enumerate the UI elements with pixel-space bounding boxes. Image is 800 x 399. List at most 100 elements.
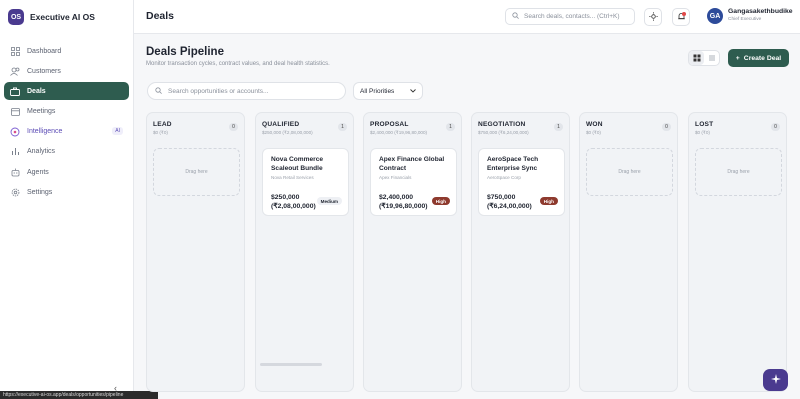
sidebar-item-label: Agents xyxy=(27,168,49,176)
deal-amount-inr: (₹6,24,00,000) xyxy=(487,203,532,210)
sidebar-item-intelligence[interactable]: Intelligence AI xyxy=(4,123,129,141)
sidebar-item-deals[interactable]: Deals xyxy=(4,82,129,101)
column-total: $2,400,000 (₹19,96,80,000) xyxy=(370,130,428,135)
column-total: $250,000 (₹2,08,00,000) xyxy=(262,130,313,135)
bell-icon xyxy=(677,8,686,26)
column-total: $0 (₹0) xyxy=(586,130,601,135)
briefcase-icon xyxy=(10,86,20,96)
drop-zone[interactable]: Drag here xyxy=(586,148,673,196)
deal-company: AeroSpace Corp xyxy=(487,175,521,180)
deal-company: Apex Financials xyxy=(379,175,412,180)
column-title: LOST xyxy=(695,121,714,128)
avatar[interactable]: GA xyxy=(707,8,723,24)
column-count-badge: 0 xyxy=(662,123,671,131)
priority-badge: High xyxy=(539,197,558,205)
column-total: $0 (₹0) xyxy=(695,130,710,135)
sidebar-item-dashboard[interactable]: Dashboard xyxy=(4,42,129,60)
pipeline-column-lead: LEAD $0 (₹0) 0 Drag here xyxy=(146,112,245,392)
drop-zone[interactable]: Drag here xyxy=(695,148,782,196)
deal-title: Nova Commerce Scaleout Bundle xyxy=(271,156,324,172)
list-view-icon[interactable] xyxy=(704,51,719,65)
column-title: WON xyxy=(586,121,603,128)
pipeline-column-negotiation: NEGOTIATION $750,000 (₹6,24,00,000) 1 Ae… xyxy=(471,112,570,392)
horizontal-scrollbar[interactable] xyxy=(260,363,322,366)
column-total: $0 (₹0) xyxy=(153,130,168,135)
deal-amount-usd: $250,000 xyxy=(271,194,300,201)
sidebar-item-customers[interactable]: Customers xyxy=(4,62,129,80)
sidebar-item-analytics[interactable]: Analytics xyxy=(4,143,129,161)
column-count-badge: 1 xyxy=(554,123,563,131)
chart-icon xyxy=(10,147,20,157)
search-icon xyxy=(155,86,162,96)
brand-name: Executive AI OS xyxy=(30,12,95,22)
sidebar-item-label: Meetings xyxy=(27,108,56,116)
sidebar-item-label: Deals xyxy=(27,87,46,95)
sidebar-item-label: Settings xyxy=(27,188,53,196)
pipeline-column-won: WON $0 (₹0) 0 Drag here xyxy=(579,112,678,392)
priority-filter-select[interactable]: All Priorities xyxy=(353,82,423,100)
bot-icon xyxy=(10,167,20,177)
sidebar-item-label: Customers xyxy=(27,67,61,75)
opportunity-search-input[interactable]: Search opportunities or accounts... xyxy=(147,82,346,100)
deal-card[interactable]: AeroSpace Tech Enterprise Sync AeroSpace… xyxy=(478,148,565,216)
sidebar-nav: Dashboard Customers Deals Meetings Intel… xyxy=(4,42,129,204)
board-view-icon[interactable] xyxy=(689,51,704,65)
sidebar-item-agents[interactable]: Agents xyxy=(4,163,129,181)
column-count-badge: 1 xyxy=(446,123,455,131)
column-title: NEGOTIATION xyxy=(478,121,526,128)
sidebar-item-meetings[interactable]: Meetings xyxy=(4,103,129,121)
sidebar-item-settings[interactable]: Settings xyxy=(4,183,129,201)
sidebar: OS Executive AI OS Dashboard Customers D… xyxy=(0,0,134,399)
column-count-badge: 0 xyxy=(229,123,238,131)
deal-amount-usd: $2,400,000 xyxy=(379,194,414,201)
deal-card[interactable]: Nova Commerce Scaleout Bundle Nova Retai… xyxy=(262,148,349,216)
pipeline-column-qualified: QUALIFIED $250,000 (₹2,08,00,000) 1 Nova… xyxy=(255,112,354,392)
deal-card[interactable]: Apex Finance Global Contract Apex Financ… xyxy=(370,148,457,216)
create-deal-button[interactable]: + Create Deal xyxy=(728,49,789,67)
pipeline-column-proposal: PROPOSAL $2,400,000 (₹19,96,80,000) 1 Ap… xyxy=(363,112,462,392)
sidebar-item-label: Analytics xyxy=(27,148,56,156)
chevron-down-icon xyxy=(410,88,416,95)
priority-badge: Medium xyxy=(316,197,342,205)
column-count-badge: 0 xyxy=(771,123,780,131)
global-search-input[interactable]: Search deals, contacts... (Ctrl+K) xyxy=(505,8,635,25)
global-search-placeholder: Search deals, contacts... (Ctrl+K) xyxy=(524,13,620,20)
column-total: $750,000 (₹6,24,00,000) xyxy=(478,130,529,135)
sidebar-item-label: Dashboard xyxy=(27,47,62,55)
gear-icon xyxy=(10,187,20,197)
view-toggle xyxy=(688,50,720,66)
pipeline-title: Deals Pipeline xyxy=(146,46,224,58)
users-icon xyxy=(10,66,20,76)
deal-company: Nova Retail Services xyxy=(271,175,314,180)
notifications-button[interactable] xyxy=(672,8,690,26)
search-icon xyxy=(512,12,519,21)
pipeline-subtitle: Monitor transaction cycles, contract val… xyxy=(146,61,330,67)
grid-icon xyxy=(10,46,20,56)
column-title: PROPOSAL xyxy=(370,121,409,128)
deal-amount-inr: (₹19,96,80,000) xyxy=(379,203,428,210)
drop-zone[interactable]: Drag here xyxy=(153,148,240,196)
priority-filter-value: All Priorities xyxy=(360,87,395,95)
top-header: Deals Search deals, contacts... (Ctrl+K)… xyxy=(134,0,800,34)
column-title: QUALIFIED xyxy=(262,121,300,128)
page-title: Deals xyxy=(146,10,175,22)
deal-amount-inr: (₹2,08,00,000) xyxy=(271,203,316,210)
pipeline-column-lost: LOST $0 (₹0) 0 Drag here xyxy=(688,112,787,392)
sun-icon xyxy=(648,8,658,26)
plus-icon: + xyxy=(735,54,740,62)
brand[interactable]: OS Executive AI OS xyxy=(8,9,95,25)
ai-badge: AI xyxy=(112,126,123,135)
opportunity-search-placeholder: Search opportunities or accounts... xyxy=(168,87,269,95)
deal-amount-usd: $750,000 xyxy=(487,194,516,201)
column-count-badge: 1 xyxy=(338,123,347,131)
sidebar-item-label: Intelligence xyxy=(27,128,63,136)
deal-amount: $2,400,000 (₹19,96,80,000) xyxy=(379,193,428,211)
user-role: Chief Executive xyxy=(728,17,762,22)
deal-title: AeroSpace Tech Enterprise Sync xyxy=(487,156,539,172)
priority-badge: High xyxy=(431,197,450,205)
brand-logo: OS xyxy=(8,9,24,25)
brain-icon xyxy=(10,127,20,137)
ai-assistant-button[interactable] xyxy=(763,369,788,391)
theme-toggle-button[interactable] xyxy=(644,8,662,26)
column-title: LEAD xyxy=(153,121,172,128)
